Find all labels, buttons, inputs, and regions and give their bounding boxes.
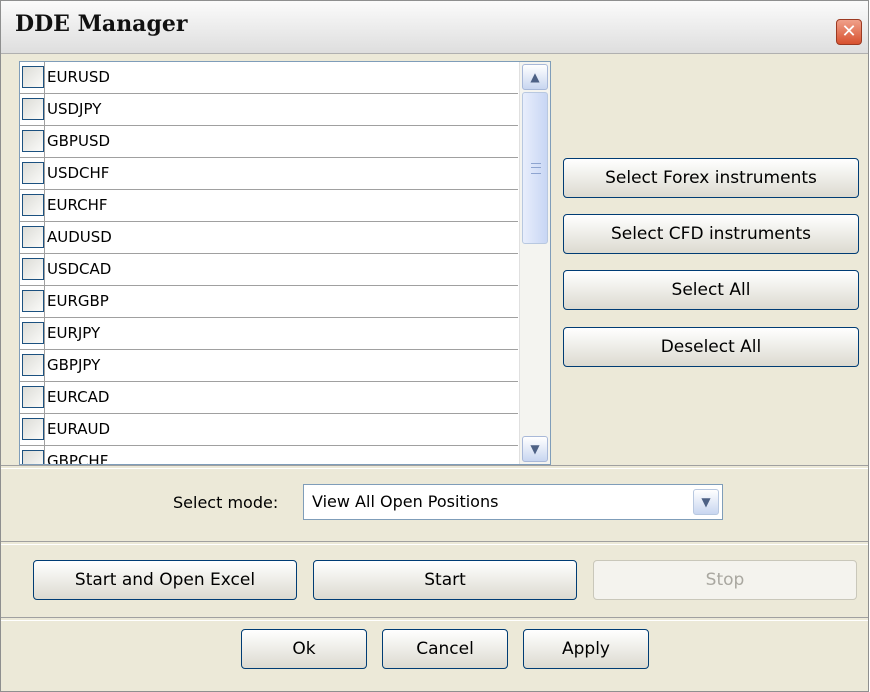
select-forex-button[interactable]: Select Forex instruments	[563, 158, 859, 198]
deselect-all-button[interactable]: Deselect All	[563, 327, 859, 367]
divider	[1, 541, 868, 545]
instrument-checkbox[interactable]	[22, 290, 44, 312]
instrument-checkbox[interactable]	[22, 98, 44, 120]
list-item[interactable]: USDJPY	[20, 94, 518, 126]
divider	[1, 465, 868, 469]
instrument-label: EURAUD	[44, 414, 110, 445]
apply-button[interactable]: Apply	[523, 629, 649, 669]
instrument-checkbox[interactable]	[22, 226, 44, 248]
chevron-down-icon: ▼	[530, 442, 540, 456]
stop-button[interactable]: Stop	[593, 560, 857, 600]
title-bar[interactable]: DDE Manager ✕	[1, 1, 868, 54]
instrument-label: EURUSD	[44, 62, 110, 93]
close-icon: ✕	[841, 21, 857, 42]
chevron-down-icon: ▼	[701, 495, 711, 509]
chevron-up-icon: ▲	[530, 70, 540, 84]
instrument-label: GBPCHF	[44, 446, 108, 464]
instrument-rows: EURUSD USDJPY GBPUSD USDCHF EURCHF AUDUSD USDC…	[20, 62, 518, 464]
list-item[interactable]: EURCHF	[20, 190, 518, 222]
instrument-label: GBPJPY	[44, 350, 100, 381]
list-item[interactable]: EURCAD	[20, 382, 518, 414]
list-item[interactable]: GBPJPY	[20, 350, 518, 382]
instrument-checkbox[interactable]	[22, 194, 44, 216]
list-item[interactable]: AUDUSD	[20, 222, 518, 254]
instrument-checkbox[interactable]	[22, 450, 44, 464]
instrument-label: EURGBP	[44, 286, 109, 317]
start-button[interactable]: Start	[313, 560, 577, 600]
select-all-button[interactable]: Select All	[563, 270, 859, 310]
instrument-label: USDCHF	[44, 158, 109, 189]
instrument-label: EURCAD	[44, 382, 109, 413]
grip-icon	[531, 163, 541, 174]
scroll-up-button[interactable]: ▲	[522, 64, 548, 90]
list-item[interactable]: USDCAD	[20, 254, 518, 286]
ok-button[interactable]: Ok	[241, 629, 367, 669]
instrument-label: USDJPY	[44, 94, 101, 125]
list-item[interactable]: USDCHF	[20, 158, 518, 190]
instrument-label: AUDUSD	[44, 222, 112, 253]
instrument-label: EURCHF	[44, 190, 108, 221]
start-and-open-excel-button[interactable]: Start and Open Excel	[33, 560, 297, 600]
select-mode-value: View All Open Positions	[312, 492, 499, 511]
instrument-checkbox[interactable]	[22, 386, 44, 408]
cancel-button[interactable]: Cancel	[382, 629, 508, 669]
dde-manager-window: DDE Manager ✕ EURUSD USDJPY GBPUSD USDCHF EU…	[0, 0, 869, 692]
scroll-thumb[interactable]	[522, 92, 548, 244]
dropdown-button[interactable]: ▼	[693, 489, 719, 515]
scroll-down-button[interactable]: ▼	[522, 436, 548, 462]
instrument-list: EURUSD USDJPY GBPUSD USDCHF EURCHF AUDUSD USDC…	[19, 61, 551, 465]
instrument-label: EURJPY	[44, 318, 100, 349]
select-mode-label: Select mode:	[173, 493, 279, 512]
close-button[interactable]: ✕	[836, 19, 862, 45]
select-mode-dropdown[interactable]: View All Open Positions ▼	[303, 484, 723, 520]
instrument-checkbox[interactable]	[22, 66, 44, 88]
instrument-label: USDCAD	[44, 254, 111, 285]
select-cfd-button[interactable]: Select CFD instruments	[563, 214, 859, 254]
instrument-checkbox[interactable]	[22, 354, 44, 376]
list-item[interactable]: EURAUD	[20, 414, 518, 446]
list-item[interactable]: GBPUSD	[20, 126, 518, 158]
instrument-checkbox[interactable]	[22, 162, 44, 184]
instrument-checkbox[interactable]	[22, 322, 44, 344]
instrument-checkbox[interactable]	[22, 418, 44, 440]
divider	[1, 617, 868, 621]
list-item[interactable]: GBPCHF	[20, 446, 518, 464]
vertical-scrollbar[interactable]: ▲ ▼	[519, 62, 550, 464]
list-item[interactable]: EURJPY	[20, 318, 518, 350]
instrument-checkbox[interactable]	[22, 130, 44, 152]
instrument-label: GBPUSD	[44, 126, 110, 157]
window-title: DDE Manager	[15, 11, 188, 37]
list-item[interactable]: EURUSD	[20, 62, 518, 94]
instrument-checkbox[interactable]	[22, 258, 44, 280]
list-item[interactable]: EURGBP	[20, 286, 518, 318]
